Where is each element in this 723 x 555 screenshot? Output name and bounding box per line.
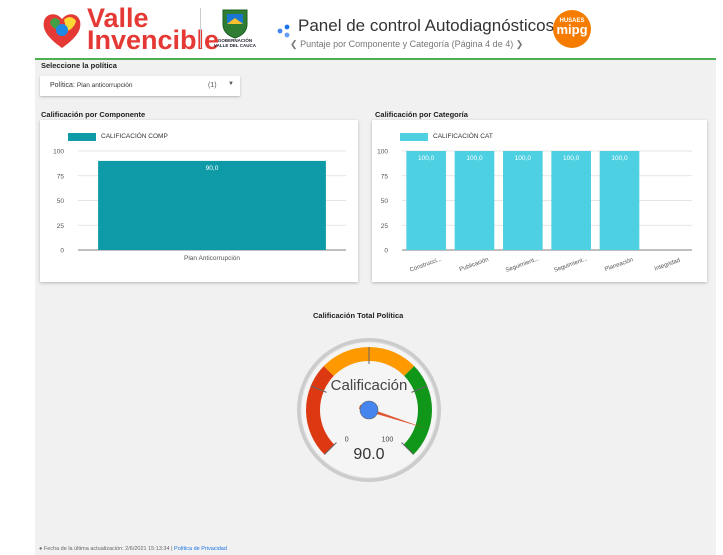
x-tick-label: Planeación <box>604 257 634 273</box>
x-tick-label: Integridad <box>654 258 681 273</box>
chevron-right-icon[interactable]: ❯ <box>516 39 524 49</box>
filter-section-label: Seleccione la política <box>41 61 117 70</box>
x-tick-label: Publicación <box>459 257 490 273</box>
bar-data-label: 90,0 <box>206 165 219 172</box>
report-title: Panel de control Autodiagnósticos <box>298 16 555 35</box>
category-chart-card: CALIFICACIÓN CAT 0 25 50 75 100 100,0 Construc… <box>372 120 707 282</box>
politica-dropdown[interactable]: Política: Plan anticorrupción (1) ▼ <box>40 76 240 96</box>
gov-label-line-2: VALLE DEL CAUCA <box>213 43 257 48</box>
y-tick-label: 100 <box>53 149 64 156</box>
bar <box>599 151 640 250</box>
x-tick-label: Plan Anticorrupción <box>184 255 240 262</box>
bar-data-label: 100,0 <box>563 155 580 162</box>
footer-separator: | <box>171 546 173 552</box>
page-navigator: ❮ Puntaje por Componente y Categoría (Pá… <box>290 39 523 50</box>
gauge-title: Calificación Total Política <box>313 311 404 320</box>
info-icon: ● <box>39 546 43 552</box>
bar <box>503 151 543 250</box>
component-bar-chart: 0 25 50 75 100 90,0 Plan Anticorrupción <box>53 149 346 262</box>
x-tick-label: Construcci... <box>409 256 443 273</box>
bar <box>454 151 495 250</box>
bar <box>98 160 326 250</box>
gauge-max-label: 100 <box>382 436 394 443</box>
x-tick-label: Seguimient... <box>505 256 540 274</box>
bar <box>406 151 446 250</box>
y-tick-label: 25 <box>57 223 65 230</box>
bar-data-label: 100,0 <box>418 155 435 162</box>
component-chart-card: CALIFICACIÓN COMP 0 25 50 75 100 90,0 Plan Ant… <box>40 120 358 282</box>
privacy-link[interactable]: Política de Privacidad <box>174 546 227 552</box>
footer: ● Fecha de la última actualización: 2/6/… <box>39 546 227 552</box>
y-tick-label: 75 <box>57 173 65 180</box>
gauge-hub <box>359 400 379 420</box>
y-tick-label: 0 <box>60 248 64 255</box>
gauge-label: Calificación <box>331 377 408 394</box>
y-tick-label: 25 <box>381 223 389 230</box>
politica-field-label: Política: <box>50 82 75 89</box>
bar-data-label: 100,0 <box>611 155 628 162</box>
category-chart-title: Calificación por Categoría <box>375 110 468 119</box>
mipg-logo-line-2: mipg <box>556 22 588 37</box>
y-tick-label: 50 <box>381 198 389 205</box>
header-divider <box>200 8 201 48</box>
bar-data-label: 100,0 <box>515 155 532 162</box>
mipg-logo: HUSAES mipg <box>553 10 591 48</box>
page-indicator: Puntaje por Componente y Categoría (Pági… <box>300 39 514 49</box>
y-tick-label: 0 <box>384 248 388 255</box>
politica-dropdown-label: Política: Plan anticorrupción <box>50 82 133 89</box>
bar-data-label: 100,0 <box>466 155 483 162</box>
politica-field-value: Plan anticorrupción <box>76 82 133 89</box>
bar <box>551 151 591 250</box>
y-tick-label: 100 <box>377 149 388 156</box>
gauge-chart: Calificación 0 100 90.0 <box>297 338 441 482</box>
component-chart-title: Calificación por Componente <box>41 110 146 119</box>
y-tick-label: 75 <box>381 173 389 180</box>
gauge-min-label: 0 <box>345 436 349 443</box>
gauge-value-label: 90.0 <box>353 446 384 463</box>
valle-heart-logo-icon <box>43 14 81 49</box>
page: Valle Invencible GOBERNACIÓN VALLE DEL C… <box>0 0 723 555</box>
dropdown-arrow-icon[interactable]: ▼ <box>228 81 234 87</box>
chevron-left-icon[interactable]: ❮ <box>290 39 298 49</box>
gobernacion-label: GOBERNACIÓN VALLE DEL CAUCA <box>212 38 258 48</box>
x-tick-label: Seguimient... <box>553 256 588 274</box>
y-tick-label: 50 <box>57 198 65 205</box>
data-studio-icon <box>277 24 290 38</box>
category-bar-chart: 0 25 50 75 100 100,0 Construcci... 100,0 Publica… <box>377 149 692 274</box>
selection-count: (1) <box>208 82 217 89</box>
last-update-text: Fecha de la última actualización: 2/6/20… <box>43 546 170 552</box>
